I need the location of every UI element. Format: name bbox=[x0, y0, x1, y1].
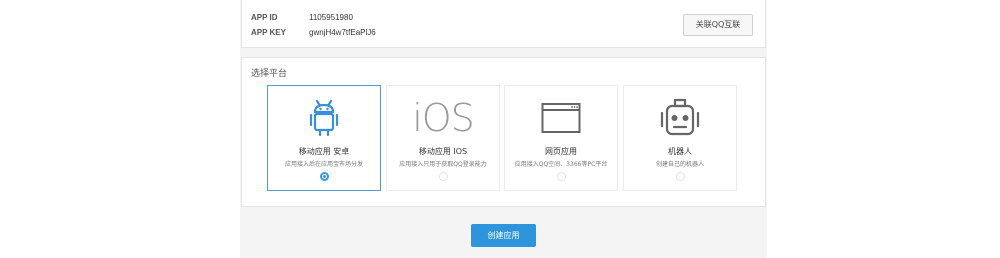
platform-card-desc: 应用接入QQ空间、3366等PC平台 bbox=[514, 161, 608, 168]
platform-radio-robot[interactable] bbox=[676, 172, 685, 181]
platform-card-desc: 创建自己的机器人 bbox=[655, 161, 704, 168]
platform-radio-web[interactable] bbox=[557, 172, 566, 181]
platform-panel-title: 选择平台 bbox=[251, 69, 288, 79]
app-info-panel: APP ID 1105951980 APP KEY gwnjH4w7tfEaPl… bbox=[241, 0, 766, 48]
platform-card-name: 移动应用 IOS bbox=[418, 147, 468, 156]
link-qq-connect-button[interactable]: 关联QQ互联 bbox=[683, 14, 753, 36]
platform-card-desc: 应用接入后在应用宝市场分发 bbox=[284, 161, 363, 168]
platform-card-desc: 应用接入只用于获取QQ登录能力 bbox=[399, 161, 487, 168]
platform-card-web[interactable]: 网页应用 应用接入QQ空间、3366等PC平台 bbox=[504, 85, 618, 191]
platform-radio-android[interactable] bbox=[320, 172, 329, 181]
create-app-button[interactable]: 创建应用 bbox=[471, 224, 536, 247]
ios-icon: iOS bbox=[387, 98, 499, 138]
page: APP ID 1105951980 APP KEY gwnjH4w7tfEaPl… bbox=[0, 0, 1000, 258]
platform-card-robot[interactable]: 机器人 创建自己的机器人 bbox=[623, 85, 737, 191]
app-key-value: gwnjH4w7tfEaPlJ6 bbox=[309, 28, 376, 37]
ios-logo-text: iOS bbox=[412, 96, 475, 140]
app-id-label: APP ID bbox=[251, 13, 278, 22]
platform-card-ios[interactable]: iOS 移动应用 IOS 应用接入只用于获取QQ登录能力 bbox=[386, 85, 500, 191]
app-key-label: APP KEY bbox=[251, 28, 286, 37]
android-icon bbox=[268, 98, 380, 138]
app-id-value: 1105951980 bbox=[309, 13, 353, 22]
robot-icon bbox=[624, 98, 736, 138]
platform-card-name: 网页应用 bbox=[545, 147, 577, 156]
browser-window-icon bbox=[505, 98, 617, 138]
platform-card-name: 机器人 bbox=[668, 147, 692, 156]
platform-panel: 选择平台 移动应用 安卓 应用接入后在应用宝市场分发 iOS 移动应用 IOS … bbox=[241, 57, 766, 207]
platform-card-name: 移动应用 安卓 bbox=[298, 147, 350, 156]
platform-card-android[interactable]: 移动应用 安卓 应用接入后在应用宝市场分发 bbox=[267, 85, 381, 191]
platform-radio-ios[interactable] bbox=[439, 172, 448, 181]
